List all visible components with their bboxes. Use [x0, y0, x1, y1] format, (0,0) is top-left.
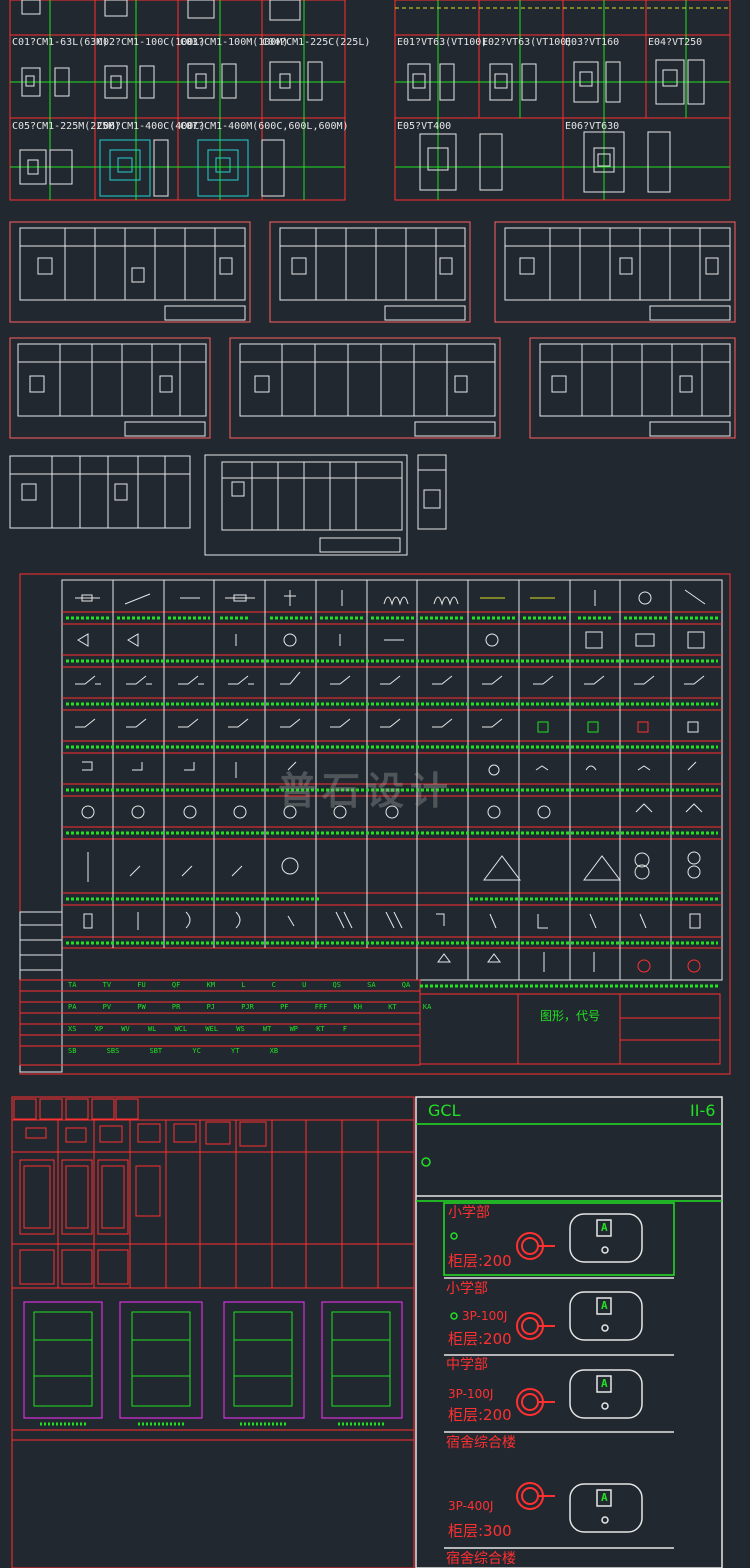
legend-code-row-3: XS XP WV WL WCL WEL WS WT WP KT F — [68, 1025, 348, 1033]
section-1-rating: 柜层:200 — [448, 1252, 512, 1270]
breaker-label-c01: C01?CM1-63L(63M) — [12, 37, 109, 48]
panel-code: II-6 — [690, 1101, 716, 1120]
section-4-spec: 3P-400J — [448, 1499, 494, 1513]
breaker-label-c07: C07?CM1-400M(600C,600L,600M) — [180, 121, 349, 132]
breaker-library-left — [9, 0, 346, 201]
panel-layout-left — [11, 1096, 415, 1568]
meter-a-3: A — [601, 1377, 608, 1390]
meter-a-4: A — [601, 1491, 608, 1504]
meter-a-1: A — [601, 1221, 608, 1234]
watermark: 普石设计 — [278, 769, 455, 813]
breaker-library-right — [394, 0, 731, 201]
breaker-label-e01: E01?VT63(VT100) — [397, 37, 488, 48]
section-5-name: 宿舍综合楼 — [446, 1551, 516, 1567]
breaker-label-e05: E05?VT400 — [397, 121, 452, 132]
breaker-label-e03: E03?VT160 — [565, 37, 620, 48]
breaker-label-c04: C04?CM1-225C(225L) — [262, 37, 371, 48]
section-2-rating: 柜层:200 — [448, 1330, 512, 1348]
panel-title: GCL — [428, 1101, 461, 1120]
legend-code-row-1: TA TV FU QF KM L C U QS SA QA — [68, 981, 411, 989]
section-1-name: 小学部 — [448, 1205, 490, 1221]
legend-code-row-2: PA PV PW PR PJ PJR PF FFF KH KT KA — [68, 1003, 432, 1011]
section-2-name: 小学部 — [446, 1281, 488, 1297]
legend-title: 图形，代号 — [540, 1009, 601, 1023]
switchgear-elevations — [9, 221, 736, 556]
meter-a-2: A — [601, 1299, 608, 1312]
breaker-label-e04: E04?VT250 — [648, 37, 703, 48]
section-3-name: 中学部 — [446, 1357, 488, 1373]
symbol-legend — [19, 573, 731, 1075]
section-4-name: 宿舍综合楼 — [446, 1435, 516, 1451]
breaker-label-e02: E02?VT63(VT100) — [482, 37, 573, 48]
section-4-rating: 柜层:300 — [448, 1522, 512, 1540]
legend-code-row-4: SB SBS SBT YC YT XB — [68, 1047, 279, 1055]
section-3-rating: 柜层:200 — [448, 1406, 512, 1424]
breaker-label-e06: E06?VT630 — [565, 121, 620, 132]
section-2-spec: 3P-100J — [462, 1309, 508, 1323]
section-3-spec: 3P-100J — [448, 1387, 494, 1401]
